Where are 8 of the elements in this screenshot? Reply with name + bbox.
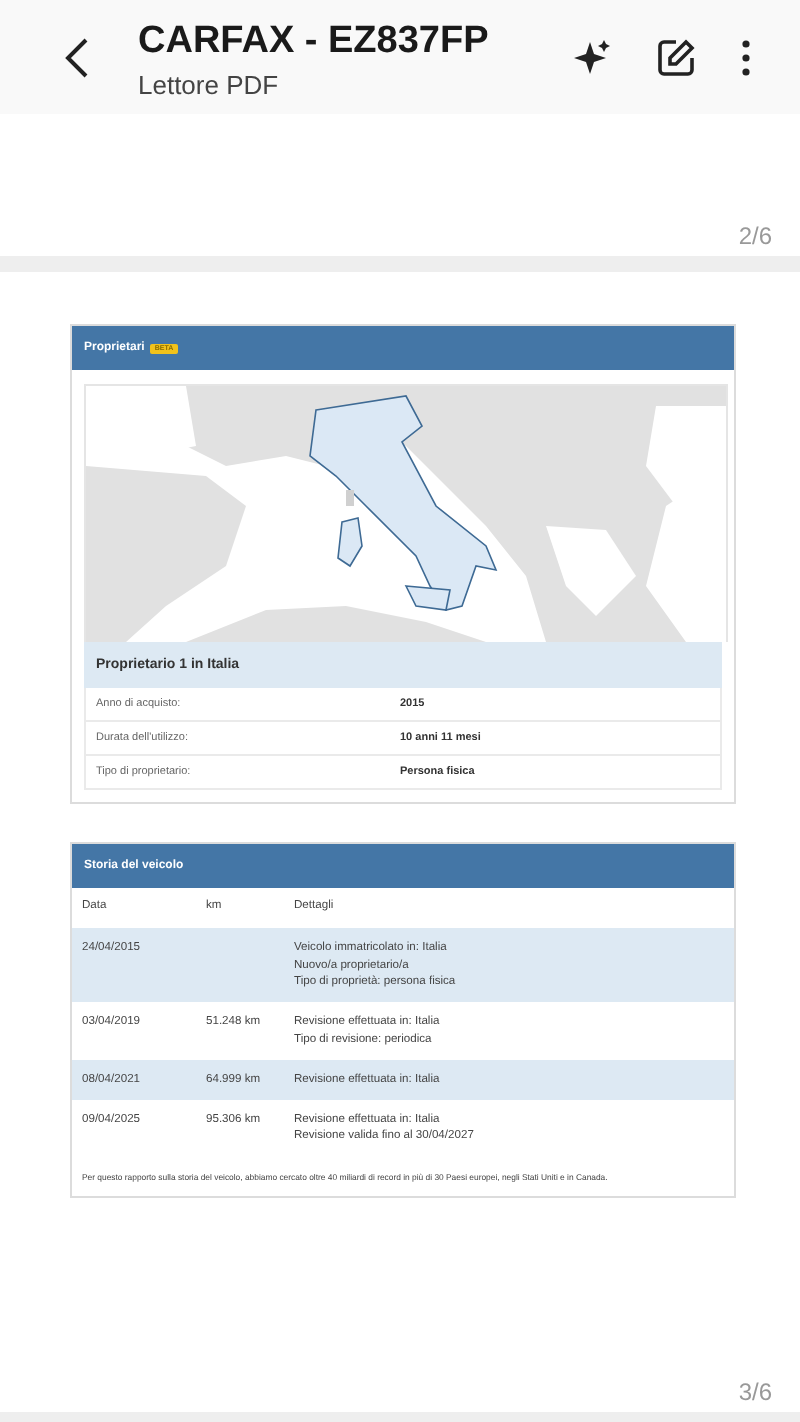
more-icon[interactable] xyxy=(740,37,752,77)
page-number: 2/6 xyxy=(738,222,772,250)
app-subtitle: Lettore PDF xyxy=(138,69,281,99)
edit-icon[interactable] xyxy=(656,37,696,77)
document-title: CARFAX - EZ837FP xyxy=(138,19,491,63)
back-icon[interactable] xyxy=(62,35,90,79)
page-number: 3/6 xyxy=(738,1378,772,1406)
sparkle-icon[interactable] xyxy=(572,37,612,77)
